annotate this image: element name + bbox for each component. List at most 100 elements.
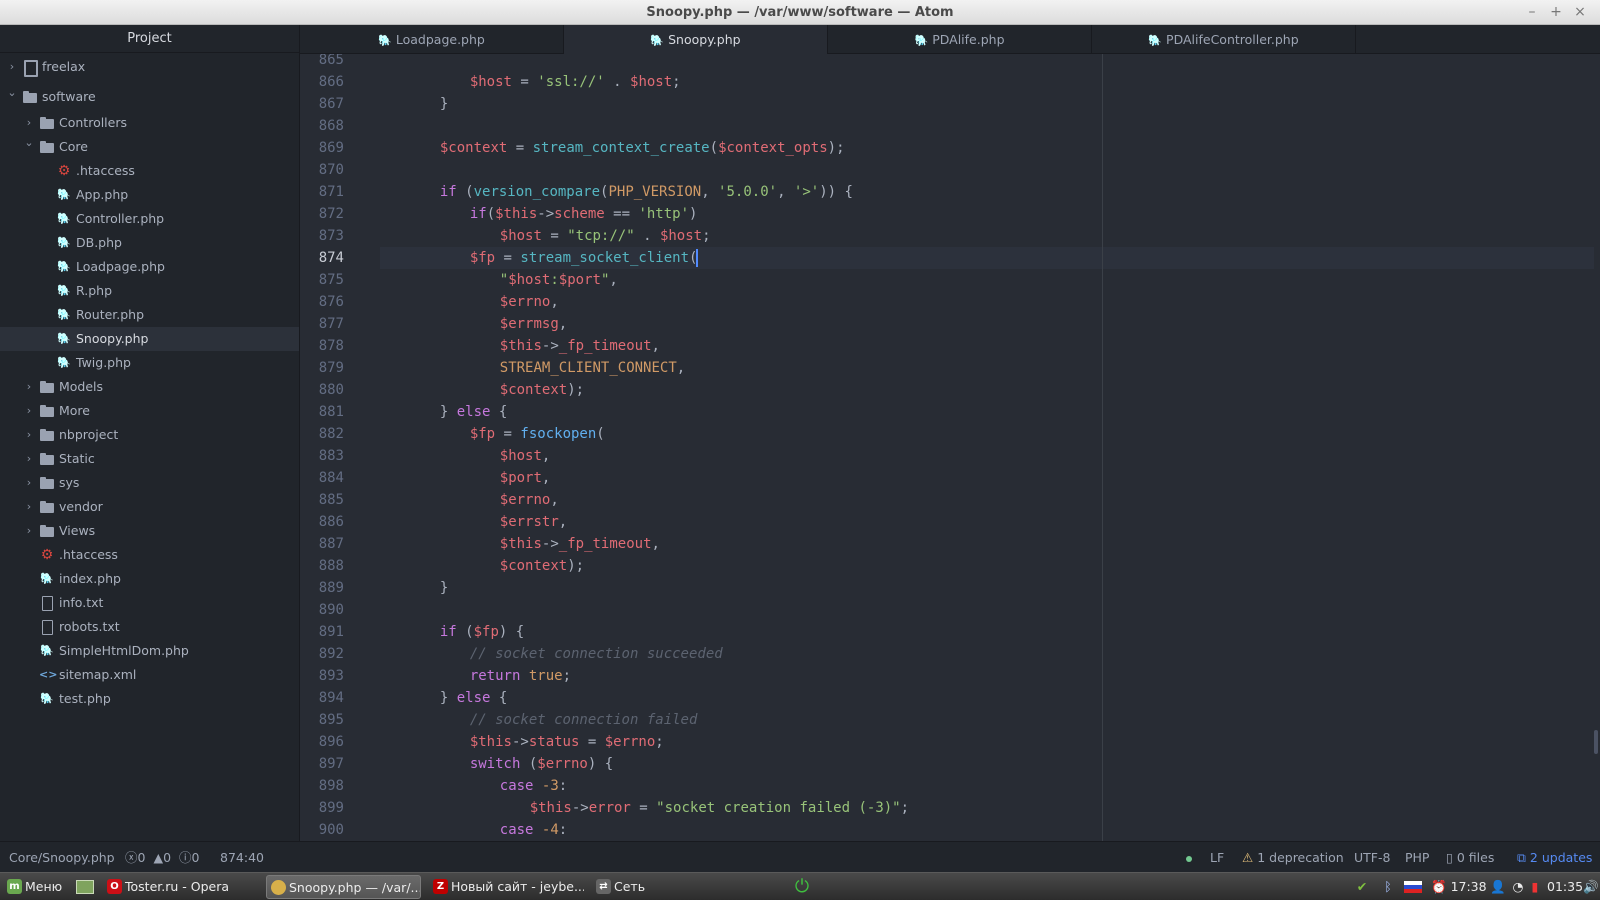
wifi-icon[interactable]: ◔ xyxy=(1510,875,1526,899)
line-number: 891 xyxy=(318,624,344,640)
taskbar-app[interactable]: Snoopy.php — /var/... xyxy=(266,875,421,899)
folder-icon xyxy=(39,452,55,466)
user-icon[interactable]: 👤 xyxy=(1490,875,1506,899)
window-title: Snoopy.php — /var/www/software — Atom xyxy=(646,5,954,20)
tree-item[interactable]: ⚙ .htaccess xyxy=(0,543,299,567)
tree-item[interactable]: 🐘 Snoopy.php xyxy=(0,327,299,351)
tree-item[interactable]: › vendor xyxy=(0,495,299,519)
php-icon: 🐘 xyxy=(378,34,392,47)
chevron-right-icon[interactable]: › xyxy=(23,519,35,543)
tree-item[interactable]: 🐘 SimpleHtmlDom.php xyxy=(0,639,299,663)
power-icon[interactable]: ⏻ xyxy=(790,875,814,899)
tree-item-label: freelax xyxy=(42,59,86,74)
tree-item-label: Router.php xyxy=(76,307,145,322)
php-icon: 🐘 xyxy=(57,236,71,249)
line-number: 873 xyxy=(318,228,344,244)
grammar[interactable]: PHP xyxy=(1405,842,1429,873)
tree-item-label: .htaccess xyxy=(59,547,118,562)
bluetooth-icon[interactable]: ᛒ xyxy=(1380,875,1396,899)
encoding[interactable]: UTF-8 xyxy=(1354,842,1390,873)
tree-item[interactable]: ⌄ software xyxy=(0,85,299,109)
tree-item[interactable]: › Static xyxy=(0,447,299,471)
keyboard-layout-flag-icon[interactable] xyxy=(1404,875,1424,899)
tree-item[interactable]: 🐘 Twig.php xyxy=(0,351,299,375)
chevron-down-icon[interactable]: ⌄ xyxy=(23,131,35,155)
tree-item-label: Models xyxy=(59,379,104,394)
tree-item[interactable]: 🐘 DB.php xyxy=(0,231,299,255)
git-files[interactable]: ▯ 0 files xyxy=(1446,842,1494,873)
line-number: 870 xyxy=(318,162,344,178)
text-cursor xyxy=(696,249,699,267)
tree-item[interactable]: › sys xyxy=(0,471,299,495)
chevron-right-icon[interactable]: › xyxy=(23,447,35,471)
error-count: 0 xyxy=(137,850,146,865)
tree-item[interactable]: › Views xyxy=(0,519,299,543)
tree-item-label: Loadpage.php xyxy=(76,259,165,274)
network-icon: ⇄ xyxy=(596,879,611,894)
tree-item[interactable]: › Models xyxy=(0,375,299,399)
taskbar-app[interactable]: Z Новый сайт - jeybe... xyxy=(429,875,584,899)
system-taskbar: m Меню O Toster.ru - Opera Snoopy.php — /v… xyxy=(0,872,1600,900)
tree-item-label: SimpleHtmlDom.php xyxy=(59,643,189,658)
tree-item[interactable]: › Controllers xyxy=(0,111,299,135)
shield-icon[interactable]: ✔ xyxy=(1353,875,1371,899)
tree-item[interactable]: robots.txt xyxy=(0,615,299,639)
show-desktop-icon[interactable] xyxy=(76,875,96,899)
vertical-scrollbar[interactable] xyxy=(1594,730,1598,754)
tab-pdalifecontroller-php[interactable]: 🐘 PDAlifeController.php xyxy=(1092,25,1356,54)
chevron-right-icon[interactable]: › xyxy=(23,399,35,423)
updates-indicator[interactable]: ⧉ 2 updates xyxy=(1517,842,1592,873)
code-editor[interactable]: 865 866 867 868 869 870 871 872 873 874 875 876 877 8… xyxy=(300,54,1600,841)
line-number: 899 xyxy=(318,800,344,816)
tree-item[interactable]: 🐘 Controller.php xyxy=(0,207,299,231)
code-line: // socket connection failed xyxy=(469,712,698,728)
tree-item-label: robots.txt xyxy=(59,619,120,634)
tree-item[interactable]: › freelax xyxy=(0,55,299,79)
tree-item[interactable]: ⌄ Core xyxy=(0,135,299,159)
tree-item[interactable]: 🐘 test.php xyxy=(0,687,299,711)
minimize-button[interactable]: – xyxy=(1522,3,1542,21)
tree-item[interactable]: 🐘 Router.php xyxy=(0,303,299,327)
battery-icon[interactable]: ▮ xyxy=(1528,875,1542,899)
tree-item-label: sys xyxy=(59,475,80,490)
line-ending[interactable]: LF xyxy=(1210,842,1224,873)
title-bar: Snoopy.php — /var/www/software — Atom – … xyxy=(0,0,1600,25)
tab-snoopy-php[interactable]: 🐘 Snoopy.php xyxy=(564,25,828,55)
chevron-right-icon[interactable]: › xyxy=(23,471,35,495)
file-path[interactable]: Core/Snoopy.php xyxy=(9,842,115,873)
tree-item[interactable]: info.txt xyxy=(0,591,299,615)
tree-item[interactable]: 🐘 R.php xyxy=(0,279,299,303)
maximize-button[interactable]: + xyxy=(1546,3,1566,21)
chevron-right-icon[interactable]: › xyxy=(23,495,35,519)
tree-item[interactable]: <> sitemap.xml xyxy=(0,663,299,687)
clock[interactable]: 01:35 xyxy=(1547,875,1583,899)
tree-item[interactable]: 🐘 index.php xyxy=(0,567,299,591)
warning-triangle-icon: ⚠ xyxy=(1242,850,1254,865)
taskbar-app[interactable]: O Toster.ru - Opera xyxy=(103,875,258,899)
code-line: $host, xyxy=(499,448,551,464)
taskbar-app[interactable]: ⇄ Сеть xyxy=(592,875,672,899)
alarm-clock[interactable]: ⏰ 17:38 xyxy=(1431,875,1487,899)
tree-item[interactable]: › nbproject xyxy=(0,423,299,447)
chevron-down-icon[interactable]: ⌄ xyxy=(6,81,18,105)
tree-item-label: Static xyxy=(59,451,95,466)
chevron-right-icon[interactable]: › xyxy=(23,375,35,399)
volume-icon[interactable]: 🔊 xyxy=(1583,875,1599,899)
cursor-position[interactable]: 874:40 xyxy=(220,842,264,873)
close-button[interactable]: × xyxy=(1570,3,1590,21)
tree-item[interactable]: 🐘 App.php xyxy=(0,183,299,207)
linter-counts[interactable]: ⓧ0 ▲0 ⓘ0 xyxy=(125,842,199,873)
tree-item[interactable]: ⚙ .htaccess xyxy=(0,159,299,183)
chevron-right-icon[interactable]: › xyxy=(23,423,35,447)
tab-loadpage-php[interactable]: 🐘 Loadpage.php xyxy=(300,25,564,54)
tree-item[interactable]: › More xyxy=(0,399,299,423)
deprecation-indicator[interactable]: ⚠ 1 deprecation xyxy=(1242,842,1344,873)
tab-pdalife-php[interactable]: 🐘 PDAlife.php xyxy=(828,25,1092,54)
file-icon: ▯ xyxy=(1446,850,1453,865)
tree-item[interactable]: 🐘 Loadpage.php xyxy=(0,255,299,279)
line-number: 897 xyxy=(318,756,344,772)
chevron-right-icon[interactable]: › xyxy=(6,55,18,79)
line-number: 886 xyxy=(318,514,344,530)
start-menu-button[interactable]: m Меню xyxy=(3,875,69,899)
line-number: 869 xyxy=(318,140,344,156)
